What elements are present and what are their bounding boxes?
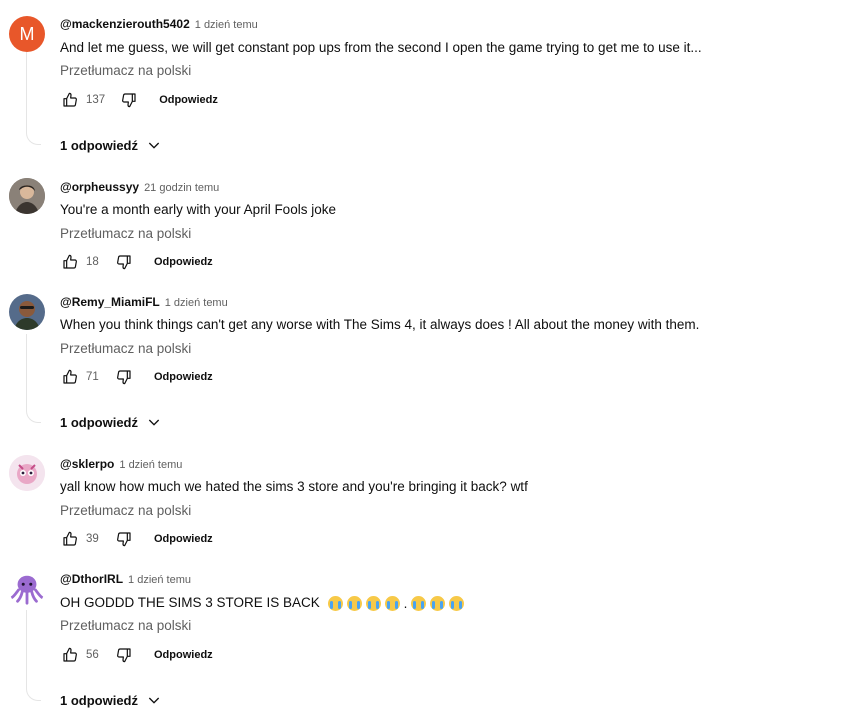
- like-button[interactable]: [60, 645, 80, 665]
- comment-time[interactable]: 1 dzień temu: [165, 297, 228, 309]
- loudly-crying-face-icon: [430, 595, 446, 611]
- like-button[interactable]: [60, 367, 80, 387]
- avatar-letter: M: [19, 23, 35, 44]
- thumbs-up-icon: [63, 531, 77, 546]
- reply-button[interactable]: Odpowiedz: [154, 371, 213, 383]
- like-count: 18: [86, 256, 99, 268]
- comment-actions: 137 Odpowiedz: [60, 90, 218, 110]
- like-count: 71: [86, 371, 99, 383]
- comment-actions: 71 Odpowiedz: [60, 367, 213, 387]
- reply-button[interactable]: Odpowiedz: [154, 649, 213, 661]
- thumbs-down-icon: [117, 255, 131, 270]
- loudly-crying-face-icon: [327, 595, 343, 611]
- loudly-crying-face-icon: [365, 595, 381, 611]
- replies-toggle[interactable]: 1 odpowiedź: [60, 137, 162, 153]
- dislike-button[interactable]: [114, 529, 134, 549]
- thumbs-down-icon: [117, 370, 131, 385]
- comment-header: @Remy_MiamiFL 1 dzień temu: [60, 295, 228, 309]
- comment-text: You're a month early with your April Foo…: [60, 202, 336, 217]
- translate-link[interactable]: Przetłumacz na polski: [60, 341, 191, 356]
- thread-line: [26, 334, 27, 408]
- comment-time[interactable]: 1 dzień temu: [128, 574, 191, 586]
- comment-text-row: OH GODDD THE SIMS 3 STORE IS BACK .: [60, 595, 465, 611]
- user-photo-icon: [9, 178, 45, 214]
- comment-time[interactable]: 1 dzień temu: [195, 19, 258, 31]
- thumbs-down-icon: [117, 532, 131, 547]
- avatar[interactable]: [9, 455, 45, 491]
- loudly-crying-face-icon: [411, 595, 427, 611]
- like-count: 39: [86, 533, 99, 545]
- replies-count: 1 odpowiedź: [60, 692, 138, 708]
- like-count: 56: [86, 649, 99, 661]
- chevron-down-icon: [146, 414, 162, 430]
- thumbs-up-icon: [63, 254, 77, 269]
- comment-time[interactable]: 1 dzień temu: [119, 459, 182, 471]
- chevron-down-icon: [146, 137, 162, 153]
- user-photo-icon: [9, 294, 45, 330]
- translate-link[interactable]: Przetłumacz na polski: [60, 226, 191, 241]
- replies-count: 1 odpowiedź: [60, 414, 138, 430]
- cartoon-avatar-icon: [9, 455, 45, 491]
- thumbs-up-icon: [63, 369, 77, 384]
- chevron-down-icon: [146, 692, 162, 708]
- dislike-button[interactable]: [114, 367, 134, 387]
- comment-header: @orpheussyy 21 godzin temu: [60, 180, 219, 194]
- comment-header: @sklerpo 1 dzień temu: [60, 457, 182, 471]
- comment-text: OH GODDD THE SIMS 3 STORE IS BACK: [60, 595, 320, 610]
- dislike-button[interactable]: [119, 90, 139, 110]
- replies-count: 1 odpowiedź: [60, 137, 138, 153]
- comment-actions: 39 Odpowiedz: [60, 529, 213, 549]
- translate-link[interactable]: Przetłumacz na polski: [60, 63, 191, 78]
- comment-actions: 18 Odpowiedz: [60, 252, 213, 272]
- thumbs-up-icon: [63, 92, 77, 107]
- like-button[interactable]: [60, 529, 80, 549]
- comment-author[interactable]: @DthorIRL: [60, 572, 123, 586]
- comment-header: @mackenzierouth5402 1 dzień temu: [60, 17, 258, 31]
- avatar[interactable]: [9, 294, 45, 330]
- like-button[interactable]: [60, 90, 80, 110]
- reply-button[interactable]: Odpowiedz: [154, 533, 213, 545]
- comment-text: And let me guess, we will get constant p…: [60, 40, 702, 55]
- reply-button[interactable]: Odpowiedz: [154, 256, 213, 268]
- comment-text: yall know how much we hated the sims 3 s…: [60, 479, 528, 494]
- thumbs-down-icon: [122, 93, 136, 108]
- thumbs-up-icon: [63, 647, 77, 662]
- loudly-crying-face-icon: [449, 595, 465, 611]
- comment-text: When you think things can't get any wors…: [60, 317, 700, 332]
- dot-separator: .: [403, 595, 408, 611]
- reply-button[interactable]: Odpowiedz: [159, 94, 218, 106]
- dislike-button[interactable]: [114, 645, 134, 665]
- avatar[interactable]: M: [9, 16, 45, 52]
- replies-toggle[interactable]: 1 odpowiedź: [60, 692, 162, 708]
- thread-line: [26, 610, 27, 686]
- thread-curve: [26, 686, 41, 701]
- like-button[interactable]: [60, 252, 80, 272]
- dislike-button[interactable]: [114, 252, 134, 272]
- avatar[interactable]: [9, 571, 45, 607]
- emoji-row: .: [327, 595, 465, 611]
- comment-time[interactable]: 21 godzin temu: [144, 182, 219, 194]
- comment-author[interactable]: @sklerpo: [60, 457, 114, 471]
- comment-author[interactable]: @mackenzierouth5402: [60, 17, 190, 31]
- replies-toggle[interactable]: 1 odpowiedź: [60, 414, 162, 430]
- thread-curve: [26, 408, 41, 423]
- avatar[interactable]: [9, 178, 45, 214]
- thread-line: [26, 52, 27, 130]
- translate-link[interactable]: Przetłumacz na polski: [60, 618, 191, 633]
- like-count: 137: [86, 94, 106, 106]
- comment-author[interactable]: @orpheussyy: [60, 180, 139, 194]
- octopus-icon: [10, 575, 44, 605]
- comment-actions: 56 Odpowiedz: [60, 645, 213, 665]
- translate-link[interactable]: Przetłumacz na polski: [60, 503, 191, 518]
- loudly-crying-face-icon: [346, 595, 362, 611]
- loudly-crying-face-icon: [384, 595, 400, 611]
- thumbs-down-icon: [117, 648, 131, 663]
- thread-curve: [26, 130, 41, 145]
- comment-author[interactable]: @Remy_MiamiFL: [60, 295, 160, 309]
- comment-header: @DthorIRL 1 dzień temu: [60, 572, 191, 586]
